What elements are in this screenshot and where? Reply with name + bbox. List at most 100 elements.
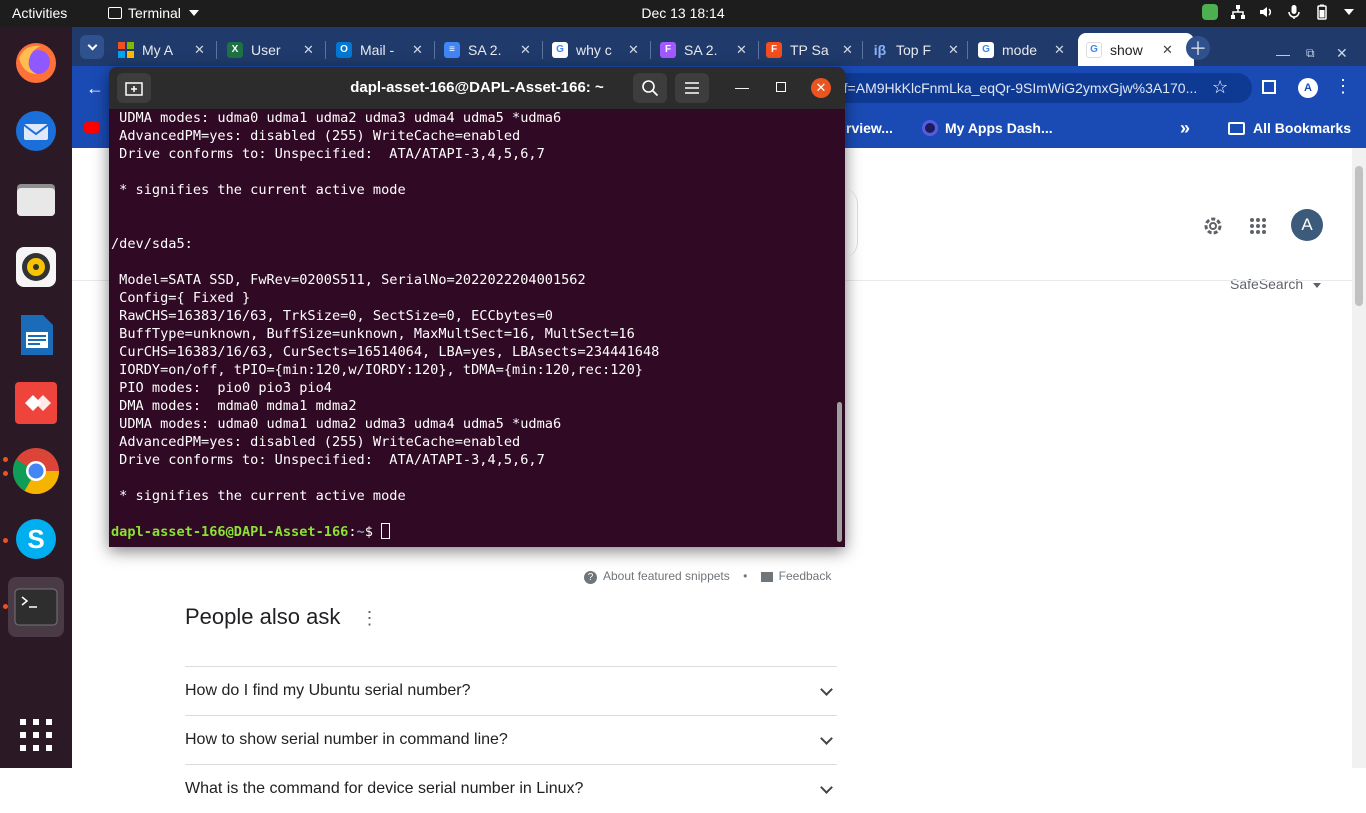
tab-search-button[interactable]: [80, 35, 104, 59]
system-tray[interactable]: [1202, 4, 1354, 20]
browser-tab[interactable]: F SA 2. ✕: [660, 33, 747, 66]
rhythmbox-icon[interactable]: [8, 239, 64, 295]
thunderbird-icon[interactable]: [8, 103, 64, 159]
bookmark-item[interactable]: My Apps Dash...: [945, 120, 1053, 136]
volume-icon[interactable]: [1258, 4, 1274, 20]
close-icon[interactable]: ✕: [948, 42, 959, 58]
scrollbar-thumb[interactable]: [1355, 166, 1363, 306]
browser-tab[interactable]: F TP Sa ✕: [766, 33, 853, 66]
close-icon[interactable]: ✕: [628, 42, 639, 58]
browser-tab[interactable]: X User ✕: [227, 33, 314, 66]
activities-button[interactable]: Activities: [12, 5, 67, 21]
terminal-line: CurCHS=16383/16/63, CurSects=16514064, L…: [111, 344, 660, 360]
all-bookmarks-button[interactable]: All Bookmarks: [1253, 120, 1351, 136]
browser-tab[interactable]: My A ✕: [118, 33, 205, 66]
page-scrollbar[interactable]: [1352, 148, 1366, 768]
paa-question[interactable]: How to show serial number in command lin…: [185, 715, 837, 764]
google-favicon-icon: G: [978, 41, 994, 58]
paa-question[interactable]: What is the command for device serial nu…: [185, 764, 837, 813]
paa-question[interactable]: How do I find my Ubuntu serial number?: [185, 666, 837, 715]
firefox-icon[interactable]: [8, 35, 64, 91]
app-menu[interactable]: Terminal: [108, 5, 199, 21]
terminal-headerbar[interactable]: dapl-asset-166@DAPL-Asset-166: ~ — ✕: [109, 67, 845, 109]
battery-icon[interactable]: [1314, 4, 1330, 20]
terminal-prompt-line[interactable]: dapl-asset-166@DAPL-Asset-166:~$: [111, 523, 837, 541]
maximize-icon[interactable]: [776, 82, 786, 92]
side-panel-icon[interactable]: [1262, 80, 1276, 94]
terminal-icon[interactable]: [8, 577, 64, 637]
chrome-icon[interactable]: [8, 443, 64, 499]
writer-icon[interactable]: [8, 307, 64, 363]
close-icon[interactable]: ✕: [1162, 42, 1173, 58]
chevron-right-icon[interactable]: »: [1180, 118, 1190, 139]
profile-avatar[interactable]: A: [1298, 78, 1318, 98]
app-menu-label: Terminal: [128, 5, 181, 21]
kebab-menu-icon[interactable]: ⋮: [1334, 76, 1352, 97]
close-icon[interactable]: ✕: [303, 42, 314, 58]
tab-title: Mail -: [360, 41, 395, 58]
microphone-icon[interactable]: [1286, 4, 1302, 20]
kebab-menu-icon[interactable]: ⋮: [360, 608, 378, 628]
chevron-down-icon: [820, 683, 833, 696]
tab-title: SA 2.: [684, 41, 718, 58]
info-icon: ?: [584, 571, 597, 584]
terminal-output[interactable]: UDMA modes: udma0 udma1 udma2 udma3 udma…: [109, 109, 837, 547]
feedback-icon: [760, 571, 773, 582]
close-icon[interactable]: ✕: [1054, 42, 1065, 58]
outlook-favicon-icon: O: [336, 41, 352, 58]
system-menu-chevron-icon[interactable]: [1344, 9, 1354, 15]
safesearch-button[interactable]: SafeSearch: [1230, 276, 1322, 292]
tab-title: TP Sa: [790, 41, 829, 58]
bookmark-star-icon[interactable]: ☆: [1212, 77, 1228, 98]
tab-title: User: [251, 41, 281, 58]
update-check-icon[interactable]: [1202, 4, 1218, 20]
youtube-icon[interactable]: [84, 122, 100, 133]
new-tab-button[interactable]: ＋: [1186, 36, 1210, 60]
chevron-down-icon: [188, 10, 199, 16]
apps-grid-icon[interactable]: [1249, 217, 1267, 240]
browser-tab[interactable]: G why c ✕: [552, 33, 639, 66]
close-icon[interactable]: ✕: [412, 42, 423, 58]
browser-tab[interactable]: iβ Top F ✕: [872, 33, 959, 66]
browser-tab-active[interactable]: G show ✕: [1078, 33, 1194, 66]
bookmark-item[interactable]: rview...: [846, 120, 893, 136]
clock[interactable]: Dec 13 18:14: [641, 5, 724, 21]
terminal-scrollbar[interactable]: [837, 402, 842, 542]
tab-divider: [216, 41, 217, 59]
address-bar[interactable]: srf=AM9HkKlcFnmLka_eqQr-9SImWiG2ymxGjw%3…: [832, 73, 1252, 103]
close-icon[interactable]: ✕: [194, 42, 205, 58]
tab-title: Top F: [896, 41, 932, 58]
close-icon[interactable]: ✕: [842, 42, 853, 58]
tab-divider: [325, 41, 326, 59]
terminal-line: /dev/sda5:: [111, 236, 193, 252]
files-icon[interactable]: [8, 171, 64, 227]
figma-favicon-icon: F: [766, 41, 782, 58]
terminal-line: Drive conforms to: Unspecified: ATA/ATAP…: [111, 146, 545, 162]
settings-gear-icon[interactable]: [1201, 214, 1225, 238]
featured-snippets-info[interactable]: ? About featured snippets • Feedback: [584, 569, 831, 584]
close-icon[interactable]: ✕: [811, 78, 831, 98]
minimize-icon[interactable]: —: [735, 79, 749, 95]
show-applications-icon[interactable]: [8, 707, 64, 763]
back-arrow-icon[interactable]: ←: [86, 78, 104, 99]
terminal-app-icon: [108, 7, 122, 19]
svg-text:S: S: [27, 524, 44, 554]
hamburger-menu-icon[interactable]: [675, 73, 709, 103]
network-icon[interactable]: [1230, 4, 1246, 20]
browser-tab[interactable]: G mode ✕: [978, 33, 1065, 66]
terminal-line: Drive conforms to: Unspecified: ATA/ATAP…: [111, 452, 545, 468]
search-icon[interactable]: [633, 73, 667, 103]
anydesk-icon[interactable]: [8, 375, 64, 431]
figma-favicon-icon: F: [660, 41, 676, 58]
paa-question-text: What is the command for device serial nu…: [185, 780, 584, 797]
close-icon[interactable]: ✕: [520, 42, 531, 58]
browser-tab[interactable]: ≡ SA 2. ✕: [444, 33, 531, 66]
terminal-line: * signifies the current active mode: [111, 182, 406, 198]
tab-title: why c: [576, 41, 612, 58]
skype-icon[interactable]: S: [8, 511, 64, 567]
close-icon[interactable]: ✕: [736, 42, 747, 58]
browser-tab[interactable]: O Mail - ✕: [336, 33, 423, 66]
account-avatar[interactable]: A: [1291, 209, 1323, 241]
